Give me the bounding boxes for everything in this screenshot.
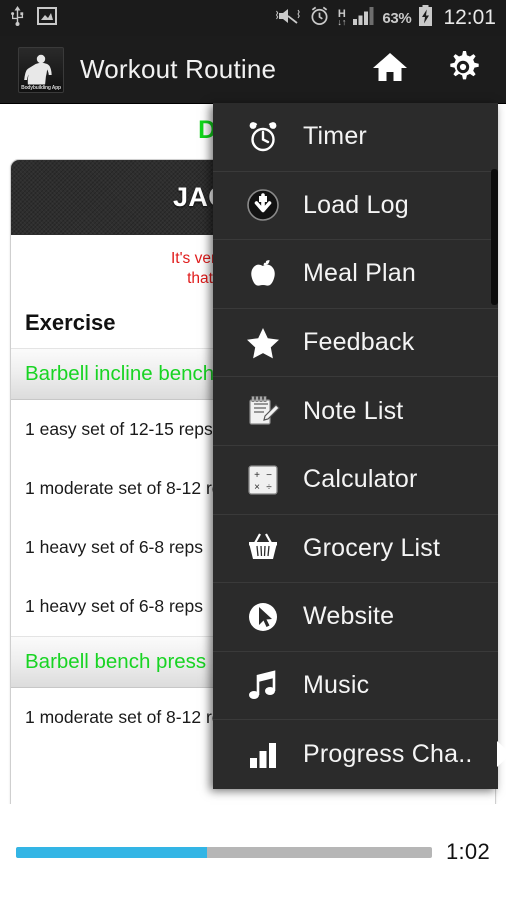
notepad-pencil-icon (241, 394, 285, 428)
basket-icon (241, 531, 285, 565)
menu-item-calculator[interactable]: + − × ÷ Calculator (213, 446, 498, 515)
progress-fill (16, 846, 208, 858)
status-bar: H ↓↑ 63% 12:01 (0, 0, 506, 36)
usb-icon (10, 5, 25, 31)
gear-icon (450, 51, 479, 80)
menu-item-label: Website (303, 602, 395, 631)
menu-item-label: Load Log (303, 190, 409, 219)
battery-charging-icon (418, 5, 433, 31)
star-icon (241, 326, 285, 360)
menu-item-music[interactable]: Music (213, 652, 498, 721)
battery-percent-label: 63% (382, 9, 412, 27)
music-note-icon (241, 669, 285, 703)
app-logo-caption: Bodybuilding App (21, 84, 61, 91)
menu-item-website[interactable]: Website (213, 583, 498, 652)
menu-item-label: Music (303, 671, 370, 700)
media-player-bar: 1:02 (0, 804, 506, 900)
svg-text:÷: ÷ (266, 482, 272, 493)
menu-item-label: Feedback (303, 328, 415, 357)
menu-item-grocery-list[interactable]: Grocery List (213, 515, 498, 584)
app-title-bar: Bodybuilding App Workout Routine (0, 36, 506, 104)
home-icon (373, 53, 407, 81)
menu-item-label: Meal Plan (303, 259, 416, 288)
time-remaining-label: 1:02 (445, 839, 490, 864)
overflow-menu-list: Timer Load Log Meal Plan Feedback Note List +… (213, 103, 498, 789)
apple-icon (241, 257, 285, 291)
app-logo-icon: Bodybuilding App (18, 46, 64, 93)
alarm-clock-icon (309, 5, 330, 31)
svg-text:−: − (266, 470, 272, 481)
settings-button[interactable] (446, 50, 480, 89)
home-button[interactable] (372, 51, 408, 88)
menu-item-meal-plan[interactable]: Meal Plan (213, 240, 498, 309)
menu-scrollbar[interactable] (491, 169, 498, 305)
menu-item-label: Progress Cha.. (303, 740, 473, 769)
calculator-icon: + − × ÷ (241, 463, 285, 497)
status-bar-right-icons: H ↓↑ 63% 12:01 (276, 5, 496, 31)
menu-item-timer[interactable]: Timer (213, 103, 498, 172)
cursor-circle-icon (241, 600, 285, 634)
menu-item-label: Timer (303, 122, 367, 151)
mute-vibrate-icon (276, 6, 302, 31)
menu-item-feedback[interactable]: Feedback (213, 309, 498, 378)
menu-item-load-log[interactable]: Load Log (213, 172, 498, 241)
hspa-data-icon: H ↓↑ (337, 7, 347, 27)
menu-item-label: Calculator (303, 465, 418, 494)
screenshot-image-icon (37, 6, 57, 30)
menu-item-label: Grocery List (303, 533, 441, 562)
signal-bars-icon (353, 6, 375, 30)
download-circle-icon (241, 188, 285, 222)
menu-item-note-list[interactable]: Note List (213, 377, 498, 446)
page-title: Workout Routine (80, 54, 277, 84)
overflow-menu[interactable]: Timer Load Log Meal Plan Feedback Note List +… (213, 103, 506, 789)
status-bar-left-icons (10, 5, 57, 31)
menu-item-label: Note List (303, 396, 404, 425)
menu-pointer-arrow-icon (497, 740, 506, 767)
svg-text:+: + (254, 470, 260, 481)
status-bar-clock: 12:01 (443, 6, 496, 29)
svg-text:×: × (254, 482, 260, 493)
alarm-clock-icon (241, 120, 285, 154)
progress-slider[interactable] (16, 846, 432, 858)
bar-chart-icon (241, 738, 285, 772)
title-bar-actions (372, 50, 492, 89)
menu-item-progress-cha[interactable]: Progress Cha.. (213, 720, 498, 789)
